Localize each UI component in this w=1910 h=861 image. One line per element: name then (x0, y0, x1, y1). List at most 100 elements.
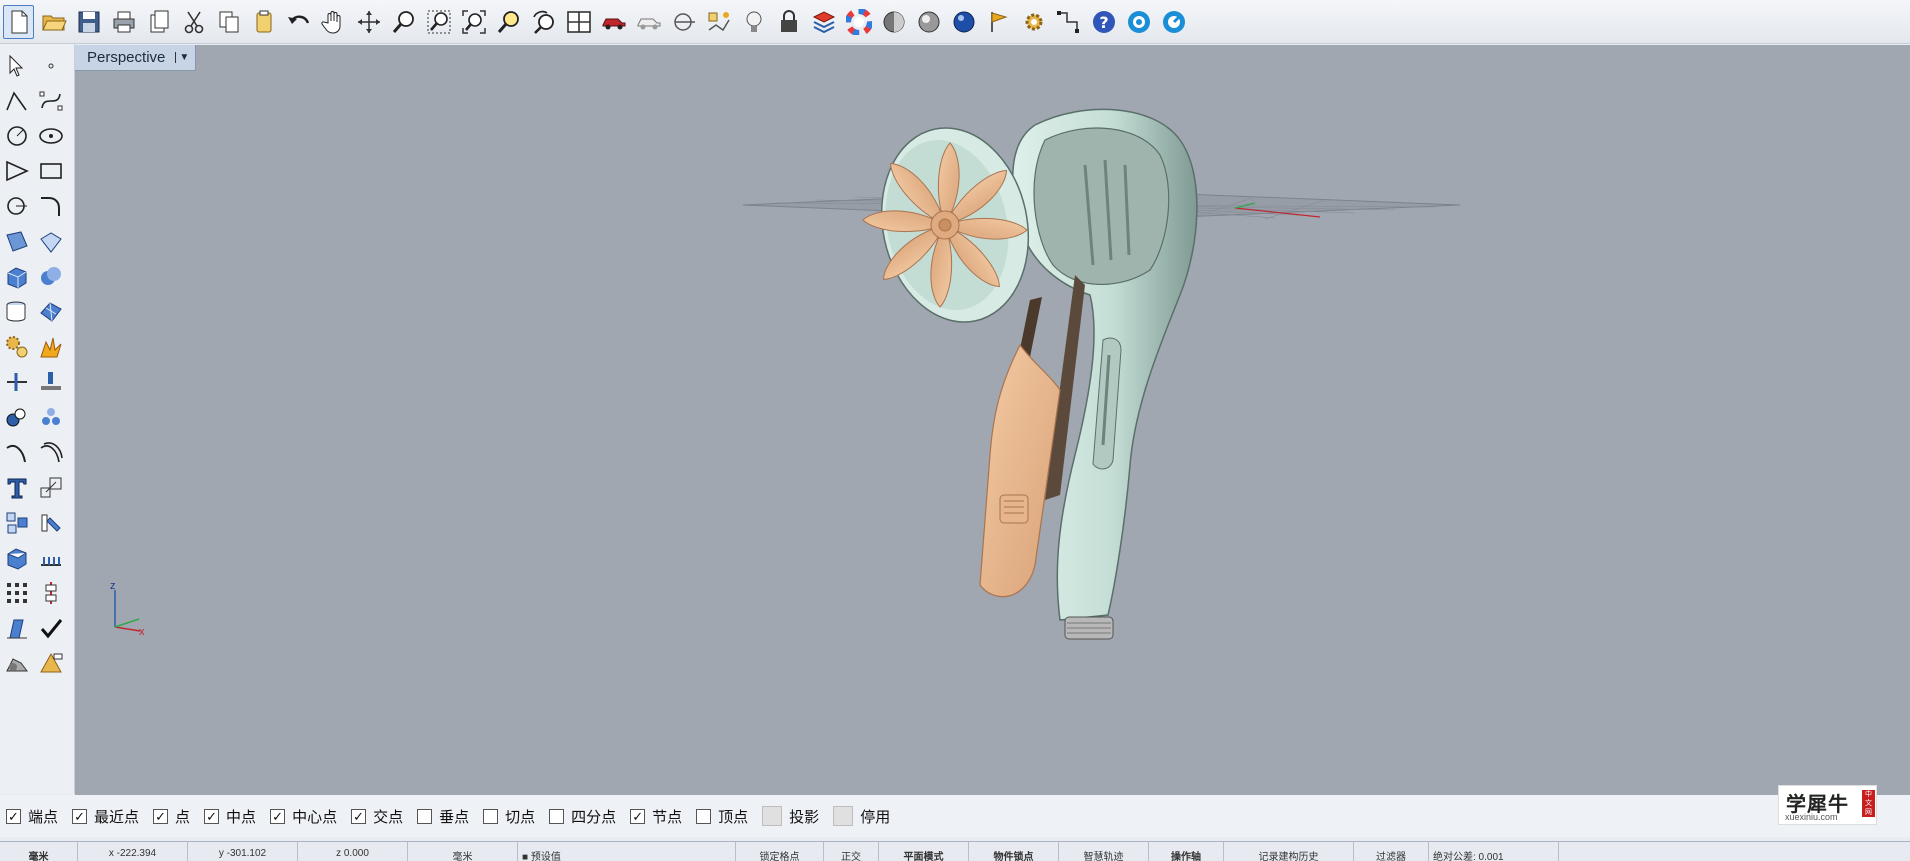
render-tool[interactable] (34, 646, 68, 681)
checkbox-perpendicular[interactable] (417, 808, 433, 824)
cut-button[interactable] (178, 5, 209, 39)
curve-tool[interactable] (34, 83, 68, 118)
shaded-button[interactable] (878, 5, 909, 39)
import-button[interactable] (143, 5, 174, 39)
checkbox-point[interactable]: ✓ (153, 808, 169, 824)
checkbox-near[interactable]: ✓ (72, 808, 88, 824)
polyline-tool[interactable] (0, 83, 34, 118)
zoom-selected-button[interactable] (493, 5, 524, 39)
align-tool[interactable] (34, 576, 68, 611)
color-button[interactable] (843, 5, 874, 39)
cplane-button[interactable] (668, 5, 699, 39)
fillet-tool[interactable] (34, 189, 68, 224)
scale-tool[interactable] (34, 470, 68, 505)
pan-button[interactable] (318, 5, 349, 39)
render-button[interactable] (948, 5, 979, 39)
print-button[interactable] (108, 5, 139, 39)
split-tool[interactable] (0, 365, 34, 400)
snap-center[interactable]: ✓ 中心点 (270, 806, 337, 827)
rhino-settings-button[interactable] (1158, 5, 1189, 39)
open-button[interactable] (38, 5, 69, 39)
snap-point[interactable]: ✓ 点 (153, 806, 190, 827)
zoom-extents-button[interactable] (458, 5, 489, 39)
new-file-button[interactable] (3, 4, 34, 39)
help-button[interactable]: ? (1088, 5, 1119, 39)
polygon-tool[interactable] (0, 154, 34, 189)
snap-quadrant[interactable]: 四分点 (549, 806, 616, 827)
check-tool[interactable] (34, 611, 68, 646)
status-history[interactable]: 记录建构历史 (1224, 842, 1354, 861)
ellipse-tool[interactable] (34, 118, 68, 153)
analyze-tool[interactable] (34, 505, 68, 540)
arc-tool[interactable] (0, 189, 34, 224)
perspective-viewport[interactable]: Perspective ▼ z x (75, 45, 1910, 795)
rotate-view-button[interactable] (353, 5, 384, 39)
rhino-render-button[interactable] (1123, 5, 1154, 39)
group-tool[interactable] (0, 400, 34, 435)
layer-button[interactable] (808, 5, 839, 39)
four-viewports-button[interactable] (563, 5, 594, 39)
trim-tool[interactable] (34, 365, 68, 400)
checkbox-midpoint[interactable]: ✓ (204, 808, 220, 824)
status-ortho[interactable]: 正交 (824, 842, 879, 861)
checkbox-vertex[interactable] (696, 808, 712, 824)
box-tool[interactable] (0, 259, 34, 294)
snap-endpoint[interactable]: ✓ 端点 (6, 806, 58, 827)
checkbox-intersection[interactable]: ✓ (351, 808, 367, 824)
render-car-button[interactable] (598, 5, 629, 39)
select-tool[interactable] (0, 48, 34, 83)
snap-vertex[interactable]: 顶点 (696, 806, 748, 827)
named-cplane-button[interactable] (703, 5, 734, 39)
array-tool[interactable] (34, 400, 68, 435)
surface-tool[interactable] (0, 224, 34, 259)
solid-edit-tool[interactable] (0, 541, 34, 576)
rectangle-tool[interactable] (34, 154, 68, 189)
grid-array-tool[interactable] (0, 576, 34, 611)
cylinder-tool[interactable] (0, 294, 34, 329)
status-cplane[interactable]: 毫米 (0, 842, 78, 861)
snap-intersection[interactable]: ✓ 交点 (351, 806, 403, 827)
zoom-dynamic-button[interactable] (388, 5, 419, 39)
explode-tool[interactable] (34, 330, 68, 365)
snap-midpoint[interactable]: ✓ 中点 (204, 806, 256, 827)
snap-project[interactable]: 投影 (762, 806, 819, 827)
undo-button[interactable] (283, 5, 314, 39)
circle-tool[interactable] (0, 118, 34, 153)
checkbox-knot[interactable]: ✓ (630, 808, 646, 824)
status-filter[interactable]: 过滤器 (1354, 842, 1429, 861)
snap-tangent[interactable]: 切点 (483, 806, 535, 827)
rendered-button[interactable] (913, 5, 944, 39)
light-button[interactable] (738, 5, 769, 39)
status-osnap[interactable]: 物件锁点 (969, 842, 1059, 861)
boolean-tool[interactable] (34, 259, 68, 294)
status-layer[interactable]: ■ 预设值 (518, 842, 736, 861)
checkbox-endpoint[interactable]: ✓ (6, 808, 21, 824)
text-tool[interactable] (0, 470, 34, 505)
status-planar[interactable]: 平面模式 (879, 842, 969, 861)
mesh-tool[interactable] (34, 294, 68, 329)
offset-tool[interactable] (34, 435, 68, 470)
checkbox-quadrant[interactable] (549, 808, 565, 824)
undo-view-button[interactable] (528, 5, 559, 39)
point-tool[interactable] (34, 48, 68, 83)
status-gumball[interactable]: 操作轴 (1149, 842, 1224, 861)
status-grid-snap[interactable]: 锁定格点 (736, 842, 824, 861)
toggle-disable[interactable] (833, 806, 854, 826)
draft-tool[interactable] (0, 611, 34, 646)
curve-edit-tool[interactable] (0, 435, 34, 470)
options-button[interactable] (983, 5, 1014, 39)
copy-button[interactable] (213, 5, 244, 39)
paste-button[interactable] (248, 5, 279, 39)
toggle-project[interactable] (762, 806, 783, 826)
wireframe-car-button[interactable] (633, 5, 664, 39)
save-button[interactable] (73, 5, 104, 39)
transform-tool[interactable] (0, 330, 34, 365)
dimension-tool[interactable] (34, 541, 68, 576)
snap-perpendicular[interactable]: 垂点 (417, 806, 469, 827)
checkbox-tangent[interactable] (483, 808, 499, 824)
osnap-button[interactable] (1053, 5, 1084, 39)
block-tool[interactable] (0, 505, 34, 540)
checkbox-center[interactable]: ✓ (270, 808, 286, 824)
snap-near[interactable]: ✓ 最近点 (72, 806, 139, 827)
status-smarttrack[interactable]: 智慧轨迹 (1059, 842, 1149, 861)
